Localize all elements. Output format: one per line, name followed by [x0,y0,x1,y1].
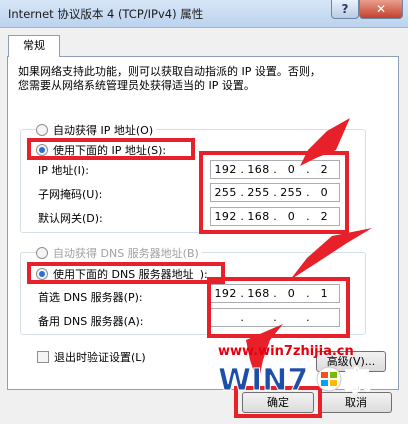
auto-dns-option[interactable]: 自动获得 DNS 服务器地址(B) [36,245,202,261]
alternate-dns-row: 备用 DNS 服务器(A): [38,313,144,329]
auto-ip-radio[interactable] [36,124,48,136]
help-button[interactable]: ? [331,0,359,19]
watermark-logo: WIN7 家 [218,363,371,399]
ip-address-row: IP 地址(I): [38,162,89,178]
annotation-box-manual-ip [27,138,195,160]
annotation-box-dns-fields [207,277,350,338]
watermark-logo-text: WIN7 [218,363,308,398]
subnet-mask-row: 子网掩码(U): [38,186,102,202]
annotation-box-ip-fields [199,151,349,234]
validate-label: 退出时验证设置(L) [54,351,146,364]
auto-dns-radio[interactable] [36,247,48,259]
close-button[interactable]: ✕ [359,0,403,19]
intro-line-1: 如果网络支持此功能，则可以获取自动指派的 IP 设置。否则， [18,65,321,78]
watermark-logo-char: 家 [344,366,370,397]
windows-logo-icon [316,366,342,392]
validate-checkbox[interactable] [37,351,49,363]
gateway-label: 默认网关(D): [38,212,103,225]
ip-address-label: IP 地址(I): [38,164,89,177]
preferred-dns-row: 首选 DNS 服务器(P): [38,289,143,305]
tab-general[interactable]: 常规 [8,35,60,57]
close-icon: ✕ [375,2,387,16]
preferred-dns-label: 首选 DNS 服务器(P): [38,291,143,304]
validate-option[interactable]: 退出时验证设置(L) [37,349,146,365]
watermark: www.win7zhijia.cn WIN7 家 [218,344,388,414]
subnet-mask-label: 子网掩码(U): [38,188,103,201]
window-title: Internet 协议版本 4 (TCP/IPv4) 属性 [8,7,204,21]
alternate-dns-label: 备用 DNS 服务器(A): [38,315,144,328]
gateway-row: 默认网关(D): [38,210,103,226]
intro-line-2: 您需要从网络系统管理员处获得适当的 IP 设置。 [18,79,255,92]
auto-dns-label: 自动获得 DNS 服务器地址(B) [53,247,199,260]
auto-ip-label: 自动获得 IP 地址(O) [53,124,154,137]
title-bar: Internet 协议版本 4 (TCP/IPv4) 属性 ? ✕ [0,0,408,28]
intro-text: 如果网络支持此功能，则可以获取自动指派的 IP 设置。否则， 您需要从网络系统管… [18,65,368,93]
help-icon: ? [341,2,349,16]
auto-ip-option[interactable]: 自动获得 IP 地址(O) [36,122,157,138]
annotation-box-manual-dns [27,262,225,284]
